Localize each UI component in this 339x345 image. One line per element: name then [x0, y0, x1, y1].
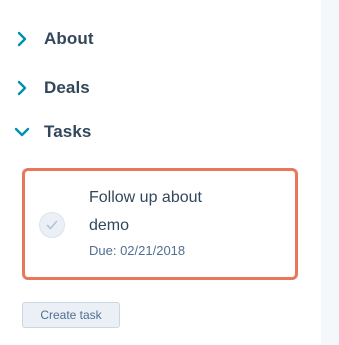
section-tasks-label: Tasks	[44, 122, 92, 141]
right-rail	[321, 0, 339, 345]
task-due-date: Due: 02/21/2018	[89, 243, 186, 258]
chevron-right-icon	[17, 80, 27, 96]
section-tasks-toggle[interactable]: Tasks	[14, 120, 91, 144]
section-about-toggle[interactable]: About	[14, 27, 94, 51]
task-complete-checkbox[interactable]	[39, 212, 65, 238]
task-title[interactable]: Follow up about demo	[89, 184, 229, 240]
checkmark-icon	[46, 220, 58, 230]
section-deals-label: Deals	[44, 78, 90, 97]
task-card[interactable]: Follow up about demo Due: 02/21/2018	[22, 168, 298, 280]
chevron-right-icon	[17, 31, 27, 47]
section-deals-toggle[interactable]: Deals	[14, 76, 90, 100]
section-about-label: About	[44, 29, 94, 48]
chevron-down-icon	[14, 127, 30, 137]
create-task-button[interactable]: Create task	[22, 302, 120, 328]
